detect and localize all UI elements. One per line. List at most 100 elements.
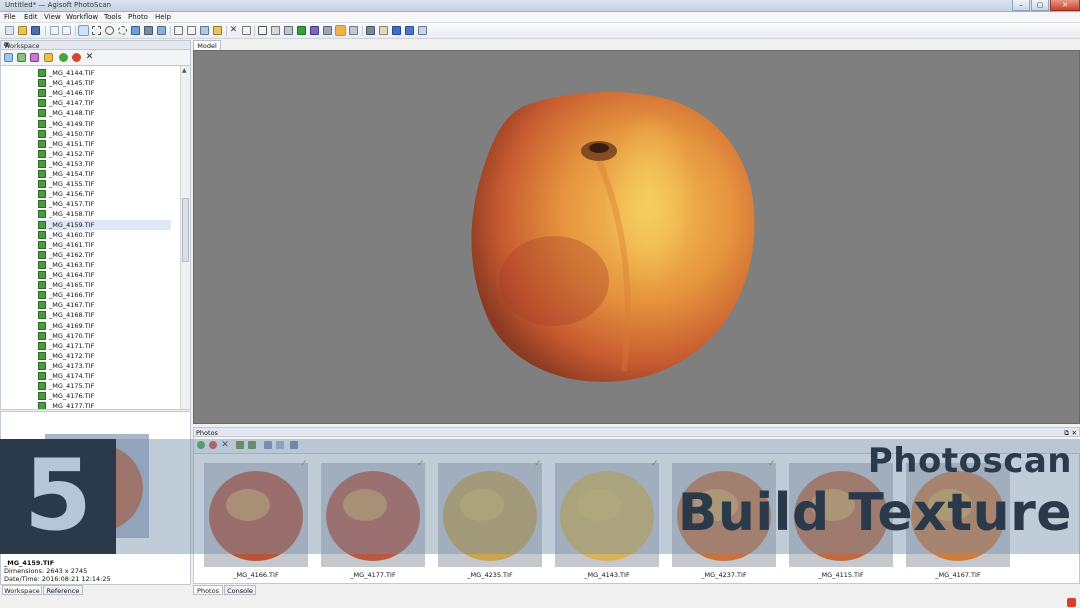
tree-item[interactable]: _MG_4156.TIF [38,189,171,199]
resize-region-icon[interactable] [157,26,166,35]
model-shaded-icon[interactable] [297,26,306,35]
menu-photo[interactable]: Photo [128,13,148,21]
model-viewport[interactable] [193,50,1080,424]
scroll-up-icon[interactable]: ▲ [182,67,187,74]
save-icon[interactable] [31,26,40,35]
tree-item[interactable]: _MG_4145.TIF [38,78,171,88]
free-select-icon[interactable] [118,26,127,35]
menu-edit[interactable]: Edit [24,13,38,21]
markers-icon[interactable] [379,26,388,35]
workspace-tree[interactable]: _MG_4144.TIF _MG_4145.TIF _MG_4146.TIF _MG_… [0,65,191,410]
tree-item[interactable]: _MG_4170.TIF [38,331,171,341]
scroll-thumb[interactable] [182,198,189,262]
remove-icon[interactable]: ✕ [85,53,94,62]
dense-cloud-icon[interactable] [284,26,293,35]
close-button[interactable]: ✕ [1050,0,1080,11]
minimize-button[interactable]: – [1012,0,1030,11]
enable-icon[interactable] [59,53,68,62]
photo-label: _MG_4166.TIF [233,571,279,579]
tab-workspace[interactable]: Workspace [2,585,42,595]
tree-item[interactable]: _MG_4160.TIF [38,230,171,240]
tree-scrollbar[interactable]: ▲ [180,66,190,409]
tree-item[interactable]: _MG_4152.TIF [38,149,171,159]
tree-item[interactable]: _MG_4168.TIF [38,310,171,320]
shapes-icon[interactable] [366,26,375,35]
new-icon[interactable] [5,26,14,35]
photo-file-icon [38,291,46,300]
menu-tools[interactable]: Tools [104,13,121,21]
tree-item[interactable]: _MG_4163.TIF [38,260,171,270]
ruler-icon[interactable] [174,26,183,35]
tree-item[interactable]: _MG_4174.TIF [38,371,171,381]
point-cloud-icon[interactable] [271,26,280,35]
draw-polyline-icon[interactable] [187,26,196,35]
tree-item[interactable]: _MG_4164.TIF [38,270,171,280]
tiled-model-icon[interactable] [349,26,358,35]
model-solid-icon[interactable] [310,26,319,35]
tree-item[interactable]: _MG_4173.TIF [38,361,171,371]
model-wireframe-icon[interactable] [323,26,332,35]
peach-model [471,91,755,382]
tree-item[interactable]: _MG_4151.TIF [38,139,171,149]
tab-photos[interactable]: Photos [193,585,223,595]
workspace-header: Workspace ⧉ ✕ [0,40,191,50]
close-photos-icon[interactable]: ✕ [1072,429,1077,437]
move-object-icon[interactable] [144,26,153,35]
rectangle-select-icon[interactable] [92,26,101,35]
tree-item[interactable]: _MG_4149.TIF [38,119,171,129]
region-icon[interactable] [405,26,414,35]
navigation-icon[interactable] [78,25,89,36]
tab-reference[interactable]: Reference [43,585,83,595]
model-textured-icon[interactable] [335,25,346,36]
tree-item[interactable]: _MG_4167.TIF [38,300,171,310]
tree-item[interactable]: _MG_4176.TIF [38,391,171,401]
tree-item[interactable]: _MG_4159.TIF [38,219,171,230]
reset-view-icon[interactable] [418,26,427,35]
tree-item[interactable]: _MG_4166.TIF [38,290,171,300]
rotate-object-icon[interactable] [131,26,140,35]
tree-item[interactable]: _MG_4169.TIF [38,321,171,331]
tree-item[interactable]: _MG_4162.TIF [38,250,171,260]
menu-file[interactable]: File [4,13,16,21]
add-marker-icon[interactable] [44,53,53,62]
tree-item[interactable]: _MG_4150.TIF [38,129,171,139]
show-cameras-icon[interactable] [258,26,267,35]
add-photos-icon[interactable] [17,53,26,62]
tree-item[interactable]: _MG_4154.TIF [38,169,171,179]
add-chunk-icon[interactable] [4,53,13,62]
flag-icon[interactable] [392,26,401,35]
tab-model[interactable]: Model [193,40,221,50]
tree-item[interactable]: _MG_4147.TIF [38,98,171,108]
redo-icon[interactable] [62,26,71,35]
tree-item[interactable]: _MG_4155.TIF [38,179,171,189]
menu-view[interactable]: View [44,13,61,21]
open-icon[interactable] [18,26,27,35]
circle-select-icon[interactable] [105,26,114,35]
photo-file-icon [38,99,46,108]
tree-item[interactable]: _MG_4165.TIF [38,280,171,290]
close-panel-icon[interactable]: ✕ [4,41,188,49]
tree-item[interactable]: _MG_4171.TIF [38,341,171,351]
tree-item[interactable]: _MG_4177.TIF [38,401,171,409]
tree-item[interactable]: _MG_4153.TIF [38,159,171,169]
tab-console[interactable]: Console [224,585,256,595]
menu-help[interactable]: Help [155,13,171,21]
delete-selection-icon[interactable]: ✕ [229,26,238,35]
add-folder-icon[interactable] [30,53,39,62]
tree-item[interactable]: _MG_4172.TIF [38,351,171,361]
tree-item[interactable]: _MG_4148.TIF [38,108,171,118]
tree-item[interactable]: _MG_4175.TIF [38,381,171,391]
crop-selection-icon[interactable] [242,26,251,35]
draw-polygon-icon[interactable] [200,26,209,35]
status-icon[interactable] [1067,598,1076,607]
measure-icon[interactable] [213,26,222,35]
tree-item[interactable]: _MG_4146.TIF [38,88,171,98]
maximize-button[interactable]: ▢ [1031,0,1049,11]
undo-icon[interactable] [50,26,59,35]
tree-item[interactable]: _MG_4161.TIF [38,240,171,250]
disable-icon[interactable] [72,53,81,62]
tree-item[interactable]: _MG_4157.TIF [38,199,171,209]
tree-item[interactable]: _MG_4144.TIF [38,68,171,78]
tree-item[interactable]: _MG_4158.TIF [38,209,171,219]
menu-workflow[interactable]: Workflow [66,13,98,21]
